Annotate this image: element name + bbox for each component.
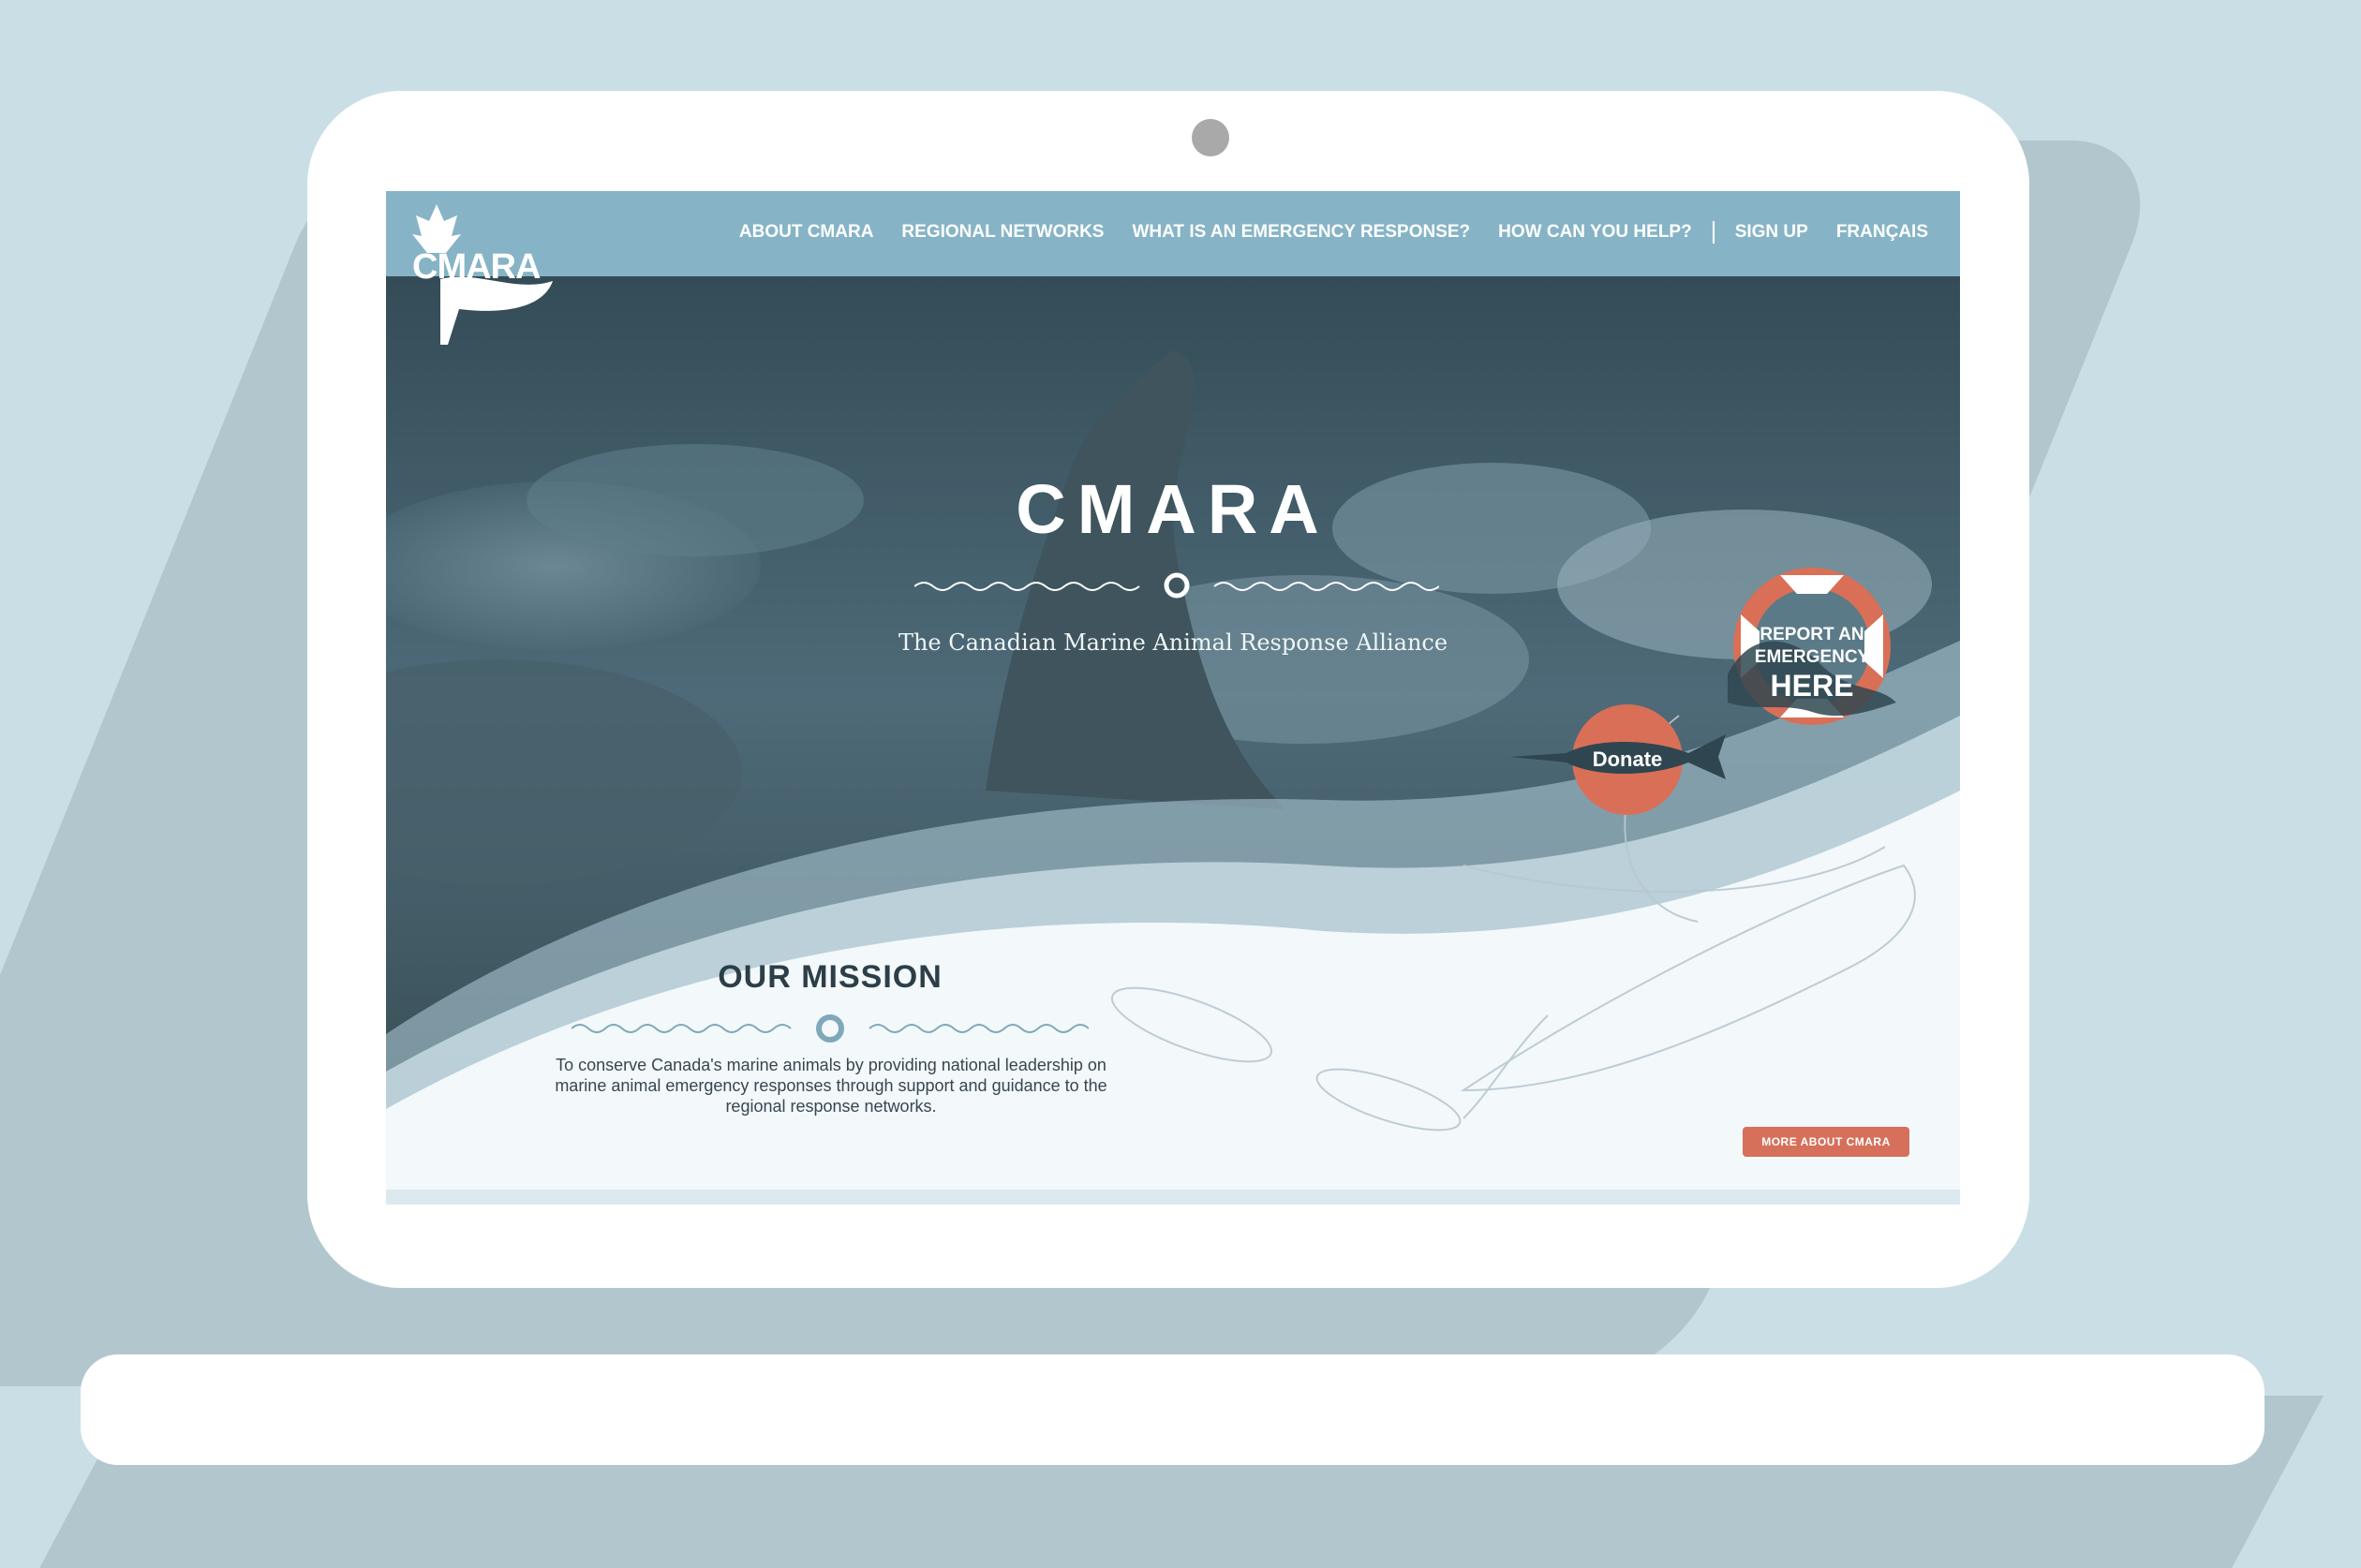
mission-wave-divider-icon: [572, 1014, 1089, 1043]
more-about-button[interactable]: MORE ABOUT CMARA: [1743, 1127, 1909, 1157]
nav-bar: ABOUT CMARA REGIONAL NETWORKS WHAT IS AN…: [386, 191, 1960, 276]
nav-item-sign-up[interactable]: SIGN UP: [1735, 222, 1808, 243]
nav-item-emergency-response[interactable]: WHAT IS AN EMERGENCY RESPONSE?: [1132, 222, 1470, 243]
nav-item-language[interactable]: FRANÇAIS: [1836, 222, 1928, 243]
mission-title: OUR MISSION: [718, 959, 943, 995]
logo-text[interactable]: CMARA: [412, 247, 541, 288]
donate-label[interactable]: Donate: [1572, 747, 1683, 772]
report-emergency-label[interactable]: REPORT AN EMERGENCY HERE: [1731, 624, 1893, 703]
report-line2: EMERGENCY: [1754, 647, 1870, 667]
hero-background: [386, 191, 1960, 1205]
laptop-base: [81, 1354, 2264, 1465]
footer-bar: [386, 1190, 1960, 1205]
report-line3: HERE: [1770, 669, 1854, 703]
report-line1: REPORT AN: [1760, 625, 1864, 644]
nav-item-about[interactable]: ABOUT CMARA: [739, 222, 874, 243]
webcam: [1192, 119, 1229, 156]
nav-divider: [1712, 221, 1715, 244]
mission-text: To conserve Canada's marine animals by p…: [555, 1056, 1107, 1116]
hero-subtitle: The Canadian Marine Animal Response Alli…: [898, 629, 1448, 656]
main-nav: ABOUT CMARA REGIONAL NETWORKS WHAT IS AN…: [739, 221, 1928, 244]
hero-title: CMARA: [1016, 470, 1330, 548]
nav-item-how-to-help[interactable]: HOW CAN YOU HELP?: [1498, 222, 1692, 243]
wave-divider-icon: [914, 572, 1439, 599]
nav-item-regional-networks[interactable]: REGIONAL NETWORKS: [901, 222, 1104, 243]
website-screen: ABOUT CMARA REGIONAL NETWORKS WHAT IS AN…: [386, 191, 1960, 1205]
